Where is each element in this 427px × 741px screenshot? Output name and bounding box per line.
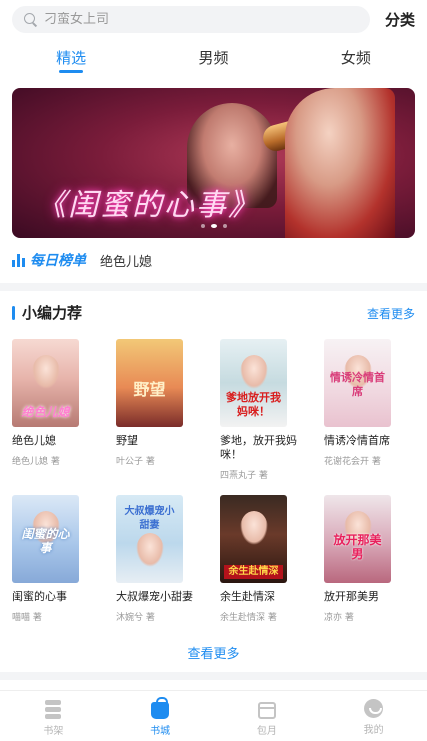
search-icon (24, 12, 38, 27)
nav-item-bookshelf[interactable]: 书架 (0, 691, 107, 741)
book-title[interactable]: 放开那美男 (324, 590, 416, 604)
promo-banner[interactable]: 《闺蜜的心事》 (12, 88, 415, 238)
view-more-bottom-link[interactable]: 查看更多 (0, 643, 427, 662)
book-card[interactable]: 野望 野望 叶公子 著 (116, 339, 212, 467)
banner-dot-active[interactable] (210, 224, 217, 228)
book-cover[interactable]: 余生赴情深 (220, 495, 287, 583)
book-title[interactable]: 野望 (116, 434, 208, 448)
top-bar: 分类 (0, 0, 427, 40)
book-cover[interactable]: 情诱冷情首席 (324, 339, 391, 427)
shopping-bag-icon (151, 697, 170, 719)
book-cover[interactable]: 放开那美男 (324, 495, 391, 583)
book-author: 余生赴情深 著 (220, 613, 277, 623)
search-box[interactable] (12, 6, 370, 33)
nav-item-bookstore[interactable]: 书城 (107, 691, 214, 741)
book-author: 四熹丸子 著 (220, 471, 268, 481)
book-author: 叶公子 著 (116, 457, 155, 467)
book-author: 绝色儿媳 著 (12, 457, 60, 467)
section-divider (0, 672, 427, 680)
book-card[interactable]: 余生赴情深 余生赴情深 余生赴情深 著 (220, 495, 316, 623)
daily-rank-item[interactable]: 绝色儿媳 (100, 251, 152, 270)
book-card[interactable]: 爹地放开我妈咪！ 爹地，放开我妈咪！ 四熹丸子 著 (220, 339, 316, 481)
bottom-nav: 书架 书城 包月 我的 (0, 690, 427, 741)
category-button[interactable]: 分类 (385, 9, 415, 30)
daily-rank-label: 每日榜单 (30, 253, 86, 269)
book-card[interactable]: 情诱冷情首席 情诱冷情首席 花谢花会开 著 (324, 339, 420, 467)
book-cover[interactable]: 爹地放开我妈咪！ (220, 339, 287, 427)
book-card[interactable]: 闺蜜的心事 闺蜜的心事 喵喵 著 (12, 495, 108, 623)
profile-icon (364, 699, 384, 718)
calendar-icon (257, 702, 276, 719)
banner-pagination (12, 224, 415, 228)
search-input[interactable] (44, 12, 344, 27)
book-author: 花谢花会开 著 (324, 457, 381, 467)
channel-tabs: 精选 男频 女频 (0, 40, 427, 76)
tab-featured[interactable]: 精选 (0, 40, 142, 76)
book-title[interactable]: 绝色儿媳 (12, 434, 104, 448)
banner-dot[interactable] (222, 224, 227, 228)
nav-label: 书城 (150, 726, 171, 737)
book-card[interactable]: 大叔爆宠小甜妻 大叔爆宠小甜妻 沐婉兮 著 (116, 495, 212, 623)
bar-chart-icon (12, 253, 25, 267)
book-title[interactable]: 大叔爆宠小甜妻 (116, 590, 208, 604)
nav-item-monthly[interactable]: 包月 (214, 691, 321, 741)
book-cover[interactable]: 大叔爆宠小甜妻 (116, 495, 183, 583)
nav-item-profile[interactable]: 我的 (320, 691, 427, 741)
section-divider (0, 283, 427, 291)
banner-dot[interactable] (200, 224, 205, 228)
book-title[interactable]: 余生赴情深 (220, 590, 312, 604)
book-cover[interactable]: 绝色儿媳 (12, 339, 79, 427)
book-card[interactable]: 绝色儿媳 绝色儿媳 绝色儿媳 著 (12, 339, 108, 467)
book-author: 沐婉兮 著 (116, 613, 155, 623)
book-author: 喵喵 著 (12, 613, 42, 623)
bookshelf-icon (43, 699, 63, 719)
book-title[interactable]: 闺蜜的心事 (12, 590, 104, 604)
tab-male[interactable]: 男频 (142, 40, 284, 76)
nav-label: 包月 (256, 726, 277, 737)
daily-rank-row[interactable]: 每日榜单 绝色儿媳 (12, 249, 152, 271)
section-accent-bar (12, 306, 15, 320)
banner-figure-right (285, 88, 395, 238)
nav-label: 我的 (363, 725, 384, 736)
book-author: 凉亦 著 (324, 613, 354, 623)
tab-female[interactable]: 女频 (285, 40, 427, 76)
book-title[interactable]: 爹地，放开我妈咪！ (220, 434, 312, 462)
book-card[interactable]: 放开那美男 放开那美男 凉亦 著 (324, 495, 420, 623)
section-header: 小编力荐 查看更多 (12, 302, 415, 324)
book-title[interactable]: 情诱冷情首席 (324, 434, 416, 448)
view-more-link[interactable]: 查看更多 (367, 305, 415, 322)
book-cover[interactable]: 野望 (116, 339, 183, 427)
banner-title: 《闺蜜的心事》 (36, 188, 260, 223)
section-title: 小编力荐 (22, 304, 83, 322)
nav-label: 书架 (43, 726, 64, 737)
book-cover[interactable]: 闺蜜的心事 (12, 495, 79, 583)
